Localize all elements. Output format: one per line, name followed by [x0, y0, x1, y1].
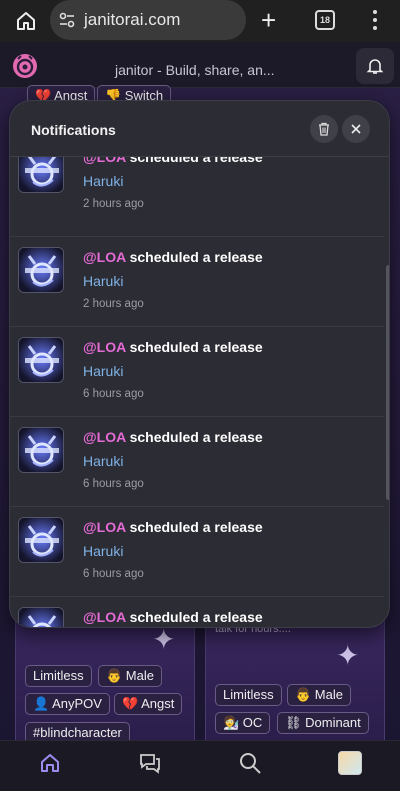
mention-link[interactable]: @LOA — [83, 339, 126, 355]
notification-text: @LOA scheduled a release — [83, 519, 263, 535]
timestamp: 6 hours ago — [83, 478, 144, 490]
tag-chip[interactable]: Limitless — [25, 665, 92, 687]
notification-text: @LOA scheduled a release — [83, 609, 263, 625]
thumbnail-image — [18, 517, 64, 563]
character-link[interactable]: Haruki — [83, 453, 123, 469]
browser-toolbar: janitorai.com + 18 — [0, 0, 400, 42]
notification-text: @LOA scheduled a release — [83, 339, 263, 355]
tag-chip[interactable]: 👨 Male — [98, 665, 162, 687]
character-link[interactable]: Haruki — [83, 543, 123, 559]
mention-link[interactable]: @LOA — [83, 429, 126, 445]
site-header: janitor - Build, share, an... — [0, 42, 400, 88]
notification-text: @LOA scheduled a release — [83, 249, 263, 265]
tag-chip[interactable]: 👤 AnyPOV — [25, 693, 110, 715]
action-text: scheduled a release — [125, 429, 263, 445]
thumbnail-image — [18, 607, 64, 627]
tag-chip[interactable]: 🧑‍🔬 OC — [215, 712, 271, 734]
action-text: scheduled a release — [125, 519, 263, 535]
notification-text: @LOA scheduled a release — [83, 429, 263, 445]
action-text: scheduled a release — [125, 157, 263, 165]
notifications-header: Notifications — [10, 101, 389, 157]
address-bar[interactable]: janitorai.com — [50, 0, 246, 40]
clear-all-button[interactable] — [310, 115, 338, 143]
close-button[interactable] — [342, 115, 370, 143]
notification-item[interactable]: @LOA scheduled a release Haruki 2 hours … — [10, 237, 384, 327]
thumbnail-image — [18, 157, 64, 193]
timestamp: 6 hours ago — [83, 388, 144, 400]
character-link[interactable]: Haruki — [83, 363, 123, 379]
action-text: scheduled a release — [125, 609, 263, 625]
tab-count: 18 — [319, 15, 330, 25]
notification-item[interactable]: @LOA scheduled a release Haruki 6 hours … — [10, 507, 384, 597]
notification-item[interactable]: @LOA scheduled a release Haruki 6 hours … — [10, 417, 384, 507]
home-icon[interactable] — [14, 9, 38, 33]
notifications-button[interactable] — [356, 48, 394, 84]
tab-switcher-button[interactable]: 18 — [315, 10, 335, 30]
thumbnail-image — [18, 337, 64, 383]
bottom-nav — [0, 740, 400, 791]
new-tab-icon[interactable]: + — [261, 7, 276, 33]
site-title: janitor - Build, share, an... — [115, 62, 275, 78]
mention-link[interactable]: @LOA — [83, 609, 126, 625]
character-link[interactable]: Haruki — [83, 273, 123, 289]
notifications-title: Notifications — [31, 122, 116, 138]
trash-icon — [319, 122, 329, 136]
thumbnail-image — [18, 427, 64, 473]
action-text: scheduled a release — [125, 339, 263, 355]
mention-link[interactable]: @LOA — [83, 249, 126, 265]
notifications-panel: Notifications @LOA scheduled a release H… — [9, 100, 390, 628]
more-menu-icon[interactable] — [372, 10, 378, 30]
home-nav-icon[interactable] — [38, 751, 62, 775]
close-icon — [351, 124, 361, 134]
tag-chip[interactable]: Limitless — [215, 684, 282, 706]
notifications-list[interactable]: @LOA scheduled a release Haruki 2 hours … — [10, 157, 389, 627]
avatar[interactable] — [338, 751, 362, 775]
scrollbar[interactable] — [386, 265, 389, 500]
chat-icon[interactable] — [138, 751, 162, 775]
notification-item[interactable]: @LOA scheduled a release — [10, 597, 384, 627]
tag-chip[interactable]: 💔 Angst — [114, 693, 183, 715]
character-link[interactable]: Haruki — [83, 173, 123, 189]
timestamp: 2 hours ago — [83, 298, 144, 310]
sparkle-icon: ✦ — [336, 640, 360, 671]
tag-chip[interactable]: ⛓ Dominant — [277, 712, 369, 734]
notification-item[interactable]: @LOA scheduled a release Haruki 6 hours … — [10, 327, 384, 417]
mention-link[interactable]: @LOA — [83, 519, 126, 535]
thumbnail-image — [18, 247, 64, 293]
site-settings-icon[interactable] — [58, 11, 76, 29]
url-text: janitorai.com — [84, 10, 181, 29]
tag-chip[interactable]: 👨 Male — [287, 684, 351, 706]
search-icon[interactable] — [238, 751, 262, 775]
notification-item[interactable]: @LOA scheduled a release Haruki 2 hours … — [10, 157, 384, 237]
janitor-logo-icon[interactable] — [12, 53, 38, 79]
bell-icon — [366, 59, 384, 74]
action-text: scheduled a release — [125, 249, 263, 265]
mention-link[interactable]: @LOA — [83, 157, 126, 165]
notification-text: @LOA scheduled a release — [83, 157, 263, 165]
timestamp: 2 hours ago — [83, 198, 144, 210]
timestamp: 6 hours ago — [83, 568, 144, 580]
character-card-right[interactable]: talk for hours.... ✦ Limitless 👨 Male 🧑‍… — [205, 608, 385, 748]
character-card-left[interactable]: ✦ Limitless 👨 Male 👤 AnyPOV 💔 Angst #bli… — [15, 608, 195, 748]
